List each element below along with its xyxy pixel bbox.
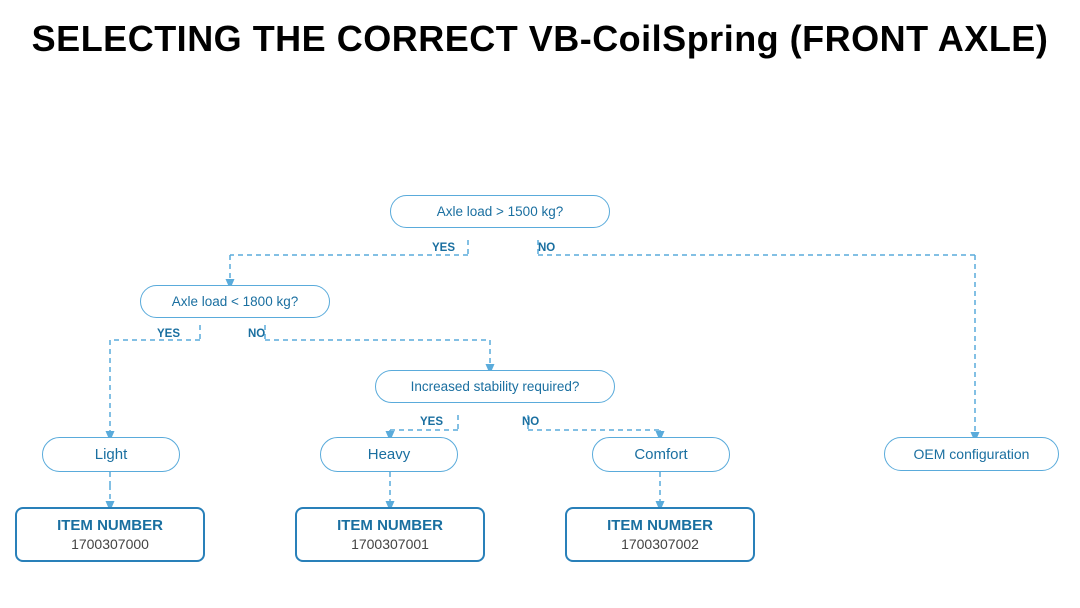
decision-axle-1500: Axle load > 1500 kg?: [390, 195, 610, 228]
decision-stability: Increased stability required?: [375, 370, 615, 403]
axle-1500-yes-label: YES: [432, 242, 455, 254]
item-box-0: ITEM NUMBER 1700307000: [15, 507, 205, 562]
diagram-area: Axle load > 1500 kg? YES NO Axle load < …: [0, 75, 1080, 585]
axle-1800-no-label: NO: [248, 328, 265, 340]
result-oem: OEM configuration: [884, 437, 1059, 471]
axle-1500-no-label: NO: [538, 242, 555, 254]
result-light: Light: [42, 437, 180, 472]
result-heavy: Heavy: [320, 437, 458, 472]
result-comfort: Comfort: [592, 437, 730, 472]
item-box-1: ITEM NUMBER 1700307001: [295, 507, 485, 562]
stability-no-label: NO: [522, 416, 539, 428]
page-title: SELECTING THE CORRECT VB-CoilSpring (FRO…: [0, 0, 1080, 70]
item-box-2: ITEM NUMBER 1700307002: [565, 507, 755, 562]
decision-axle-1800: Axle load < 1800 kg?: [140, 285, 330, 318]
stability-yes-label: YES: [420, 416, 443, 428]
axle-1800-yes-label: YES: [157, 328, 180, 340]
